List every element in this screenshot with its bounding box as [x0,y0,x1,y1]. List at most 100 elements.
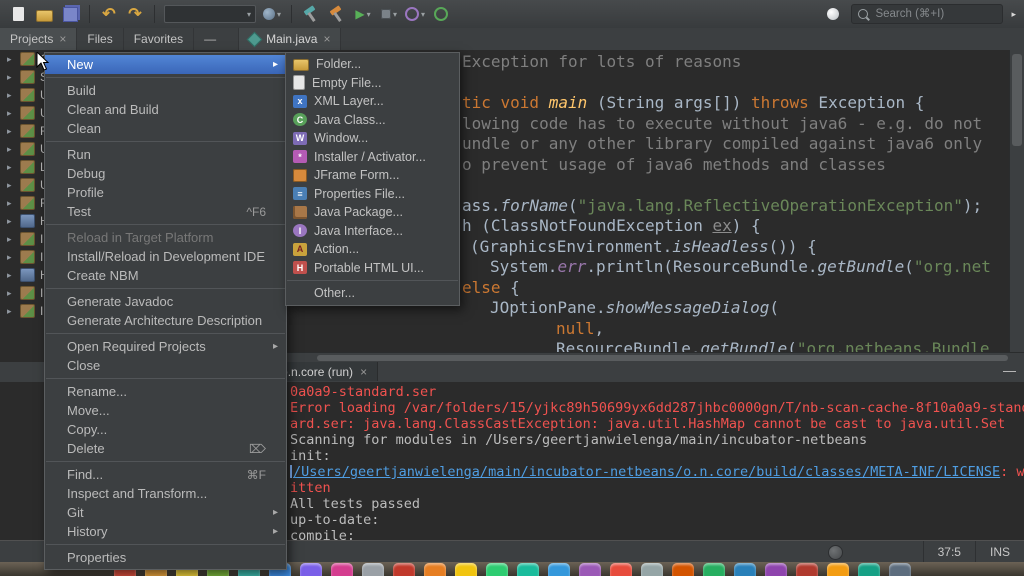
expand-icon[interactable]: ▸ [7,162,15,173]
dock-app-icon[interactable] [765,563,787,576]
dock-app-icon[interactable] [455,563,477,576]
quick-search[interactable] [851,4,1003,24]
debug-project-icon[interactable]: ▾ [379,4,399,24]
toolbar-overflow-icon[interactable]: ▸ [1011,9,1016,20]
tab-files[interactable]: Files [77,28,123,50]
scrollbar-thumb[interactable] [1012,54,1022,146]
dock-app-icon[interactable] [362,563,384,576]
build-project-icon[interactable] [301,4,321,24]
dock-app-icon[interactable] [734,563,756,576]
menu-item-run[interactable]: Run [45,145,286,164]
dock-app-icon[interactable] [889,563,911,576]
tab-projects[interactable]: Projects × [0,28,77,50]
menu-item-move[interactable]: Move... [45,401,286,420]
menu-item-close[interactable]: Close [45,356,286,375]
menu-item-debug[interactable]: Debug [45,164,286,183]
expand-icon[interactable]: ▸ [7,126,15,137]
expand-icon[interactable]: ▸ [7,234,15,245]
submenu-item-action[interactable]: Action... [286,240,459,259]
menu-item-create-nbm[interactable]: Create NBM [45,266,286,285]
menu-item-generate-javadoc[interactable]: Generate Javadoc [45,292,286,311]
dock-app-icon[interactable] [548,563,570,576]
expand-icon[interactable]: ▸ [7,54,15,65]
redo-icon[interactable]: ↷ [125,4,145,24]
submenu-item-java-interface[interactable]: Java Interface... [286,222,459,241]
tab-projects-close-icon[interactable]: × [59,33,66,45]
output-minimize-button[interactable]: — [1003,363,1016,378]
garbage-collect-icon[interactable] [823,4,843,24]
expand-icon[interactable]: ▸ [7,180,15,191]
submenu-item-folder[interactable]: Folder... [286,55,459,74]
scrollbar-thumb[interactable] [317,355,1008,361]
configuration-select-icon[interactable]: ▾ [164,5,256,23]
minimize-panel-button[interactable]: — [194,28,226,50]
menu-item-test[interactable]: Test^F6 [45,202,286,221]
submenu-item-portable-html-ui[interactable]: Portable HTML UI... [286,259,459,278]
open-project-icon[interactable] [34,4,54,24]
tab-favorites[interactable]: Favorites [124,28,194,50]
dock-app-icon[interactable] [579,563,601,576]
submenu-item-jframe-form[interactable]: JFrame Form... [286,166,459,185]
dock-app-icon[interactable] [703,563,725,576]
dock-app-icon[interactable] [858,563,880,576]
expand-icon[interactable]: ▸ [7,306,15,317]
dock-app-icon[interactable] [393,563,415,576]
submenu-item-empty-file[interactable]: Empty File... [286,74,459,93]
expand-icon[interactable]: ▸ [7,108,15,119]
submenu-item-installer-activator[interactable]: Installer / Activator... [286,148,459,167]
menu-item-new[interactable]: New▸ [45,55,286,74]
menu-item-find[interactable]: Find...⌘F [45,465,286,484]
menu-item-clean[interactable]: Clean [45,119,286,138]
new-file-icon[interactable] [8,4,28,24]
expand-icon[interactable]: ▸ [7,216,15,227]
apply-changes-icon[interactable] [431,4,451,24]
menu-item-install-reload-in-development-ide[interactable]: Install/Reload in Development IDE [45,247,286,266]
dock-app-icon[interactable] [672,563,694,576]
menu-item-git[interactable]: Git▸ [45,503,286,522]
dock-app-icon[interactable] [827,563,849,576]
menu-item-properties[interactable]: Properties [45,548,286,567]
profile-project-icon[interactable]: ▾ [405,4,425,24]
dock-app-icon[interactable] [796,563,818,576]
expand-icon[interactable]: ▸ [7,72,15,83]
menu-item-generate-architecture-description[interactable]: Generate Architecture Description [45,311,286,330]
output-tab-close-icon[interactable]: × [360,366,367,378]
set-configuration-icon[interactable]: ▾ [262,4,282,24]
editor-vertical-scrollbar[interactable] [1009,50,1024,352]
menu-item-build[interactable]: Build [45,81,286,100]
menu-item-history[interactable]: History▸ [45,522,286,541]
dock-app-icon[interactable] [517,563,539,576]
dock-app-icon[interactable] [300,563,322,576]
menu-item-clean-and-build[interactable]: Clean and Build [45,100,286,119]
dock-app-icon[interactable] [424,563,446,576]
menu-item-copy[interactable]: Copy... [45,420,286,439]
submenu-item-xml-layer[interactable]: XML Layer... [286,92,459,111]
menu-item-rename[interactable]: Rename... [45,382,286,401]
expand-icon[interactable]: ▸ [7,288,15,299]
expand-icon[interactable]: ▸ [7,90,15,101]
dock-app-icon[interactable] [331,563,353,576]
submenu-item-other[interactable]: Other... [286,284,459,303]
clean-build-project-icon[interactable] [327,4,347,24]
menu-item-open-required-projects[interactable]: Open Required Projects▸ [45,337,286,356]
submenu-item-java-class[interactable]: Java Class... [286,111,459,130]
undo-icon[interactable]: ↶ [99,4,119,24]
search-input[interactable] [873,7,996,21]
editor-tab-close-icon[interactable]: × [323,33,330,45]
menu-item-inspect-and-transform[interactable]: Inspect and Transform... [45,484,286,503]
expand-icon[interactable]: ▸ [7,198,15,209]
menu-item-delete[interactable]: Delete⌦ [45,439,286,458]
expand-icon[interactable]: ▸ [7,144,15,155]
run-project-icon[interactable]: ▶▾ [353,4,373,24]
dock-app-icon[interactable] [641,563,663,576]
menu-item-profile[interactable]: Profile [45,183,286,202]
submenu-item-window[interactable]: Window... [286,129,459,148]
submenu-item-java-package[interactable]: Java Package... [286,203,459,222]
submenu-item-properties-file[interactable]: Properties File... [286,185,459,204]
expand-icon[interactable]: ▸ [7,252,15,263]
save-all-icon[interactable] [60,4,80,24]
dock-app-icon[interactable] [610,563,632,576]
notifications-icon[interactable] [828,545,843,560]
file-link[interactable]: /Users/geertjanwielenga/main/incubator-n… [293,464,1000,480]
expand-icon[interactable]: ▸ [7,270,15,281]
